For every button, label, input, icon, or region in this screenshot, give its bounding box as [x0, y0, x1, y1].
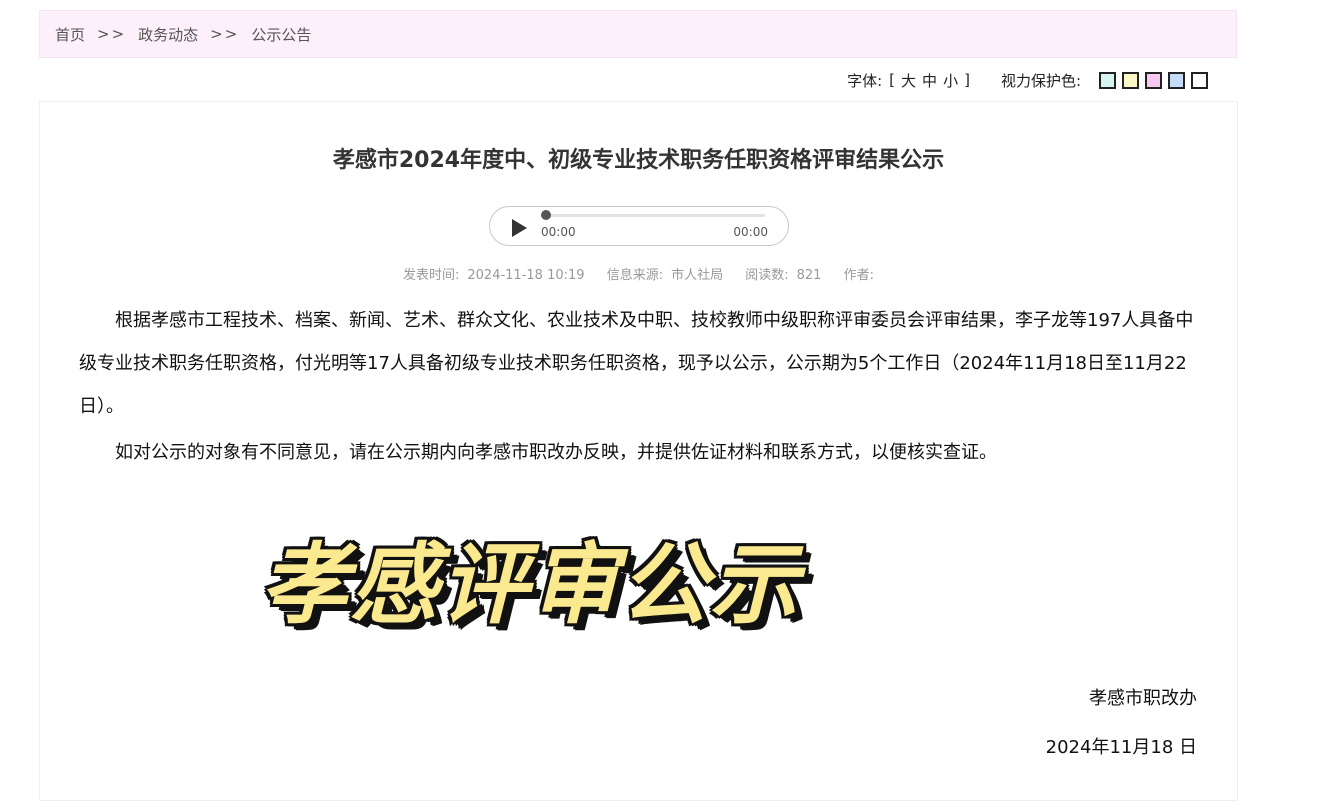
font-large-button[interactable]: 大: [901, 70, 916, 91]
article-paragraph: 如对公示的对象有不同意见，请在公示期内向孝感市职改办反映，并提供佐证材料和联系方…: [115, 442, 997, 463]
font-small-button[interactable]: 小: [943, 70, 958, 91]
signature-org: 孝感市职改办: [1089, 688, 1197, 709]
breadcrumb-section-link[interactable]: 政务动态: [138, 24, 198, 45]
color-swatch-white[interactable]: [1191, 71, 1208, 89]
play-icon[interactable]: [512, 219, 527, 237]
signature-date: 2024年11月18 日: [1045, 737, 1197, 758]
breadcrumb: 首页 >> 政务动态 >> 公示公告: [39, 10, 1237, 58]
color-swatch-yellow[interactable]: [1122, 71, 1139, 89]
bracket-close: ]: [964, 71, 970, 89]
color-swatch-cyan[interactable]: [1099, 71, 1116, 89]
source-value: 市人社局: [671, 268, 724, 283]
audio-progress-track[interactable]: [545, 214, 765, 217]
breadcrumb-separator: >>: [97, 25, 127, 43]
audio-progress-knob[interactable]: [541, 210, 551, 220]
publish-time-value: 2024-11-18 10:19: [467, 268, 585, 283]
author-label: 作者:: [843, 268, 874, 283]
publish-time-label: 发表时间:: [403, 268, 460, 283]
breadcrumb-home-link[interactable]: 首页: [55, 24, 85, 45]
font-medium-button[interactable]: 中: [922, 70, 937, 91]
eye-protection-label: 视力保护色:: [1000, 71, 1081, 90]
audio-current-time: 00:00: [541, 225, 576, 239]
views-value: 821: [796, 268, 822, 283]
breadcrumb-current-link[interactable]: 公示公告: [251, 24, 311, 45]
bracket-open: [: [889, 71, 896, 89]
article-banner-image: 孝感评审公示: [260, 533, 801, 636]
audio-total-time: 00:00: [733, 225, 768, 239]
article-title: 孝感市2024年度中、初级专业技术职务任职资格评审结果公示: [332, 148, 945, 173]
color-swatch-blue[interactable]: [1168, 71, 1185, 89]
views-label: 阅读数:: [745, 268, 789, 283]
audio-player: 00:00 00:00: [489, 206, 789, 246]
article-body: 根据孝感市工程技术、档案、新闻、艺术、群众文化、农业技术及中职、技校教师中级职称…: [79, 299, 1199, 474]
article-meta: 发表时间: 2024-11-18 10:19 信息来源: 市人社局 阅读数: 821 …: [40, 264, 1237, 283]
font-size-label: 字体:: [847, 71, 883, 90]
color-swatch-pink[interactable]: [1145, 71, 1162, 89]
article-paragraph: 根据孝感市工程技术、档案、新闻、艺术、群众文化、农业技术及中职、技校教师中级职称…: [79, 310, 1194, 417]
reading-tools: 字体: [ 大 中 小 ] 视力保护色:: [847, 69, 1208, 91]
source-label: 信息来源:: [606, 268, 664, 283]
breadcrumb-separator: >>: [210, 25, 240, 43]
article-container: 孝感市2024年度中、初级专业技术职务任职资格评审结果公示 00:00 00:0…: [39, 101, 1238, 801]
